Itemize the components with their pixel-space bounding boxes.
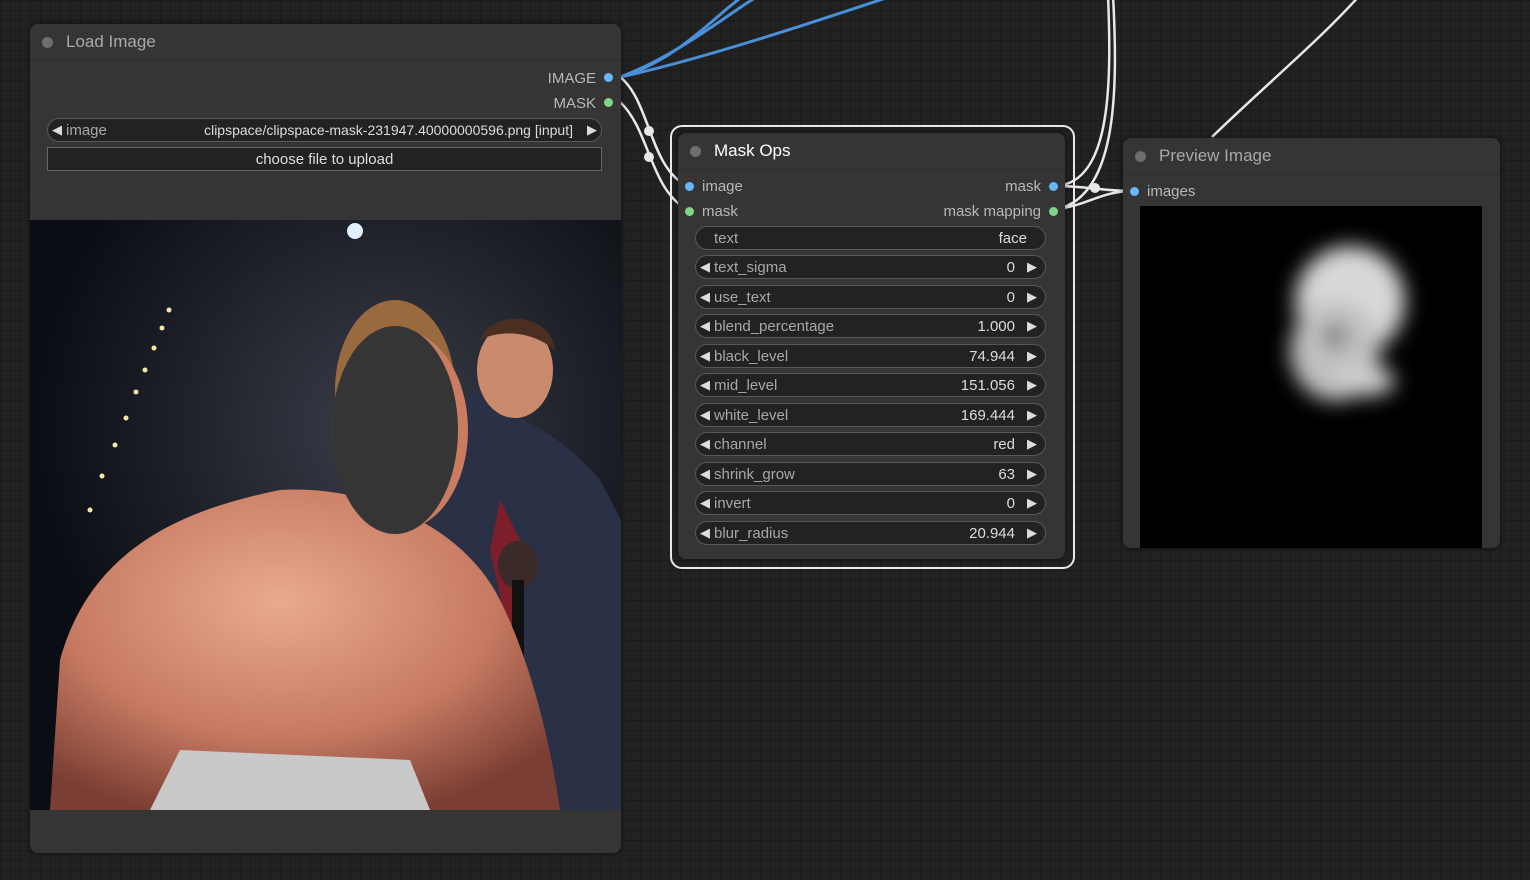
mask-overlay — [332, 326, 458, 534]
widget-name: shrink_grow — [714, 465, 795, 483]
widget-black-level[interactable]: ◀ black_level 74.944 ▶ — [695, 344, 1046, 368]
widget-invert[interactable]: ◀ invert 0 ▶ — [695, 491, 1046, 515]
output-mask-label: MASK — [553, 95, 596, 112]
widget-blur-radius[interactable]: ◀ blur_radius 20.944 ▶ — [695, 521, 1046, 545]
output-image-slot[interactable] — [604, 73, 613, 82]
input-images-slot[interactable] — [1130, 187, 1139, 196]
widget-name: text — [714, 229, 739, 247]
mask-ops-header[interactable]: Mask Ops — [678, 133, 1065, 170]
widget-name: blur_radius — [714, 524, 789, 542]
widget-white-level[interactable]: ◀ white_level 169.444 ▶ — [695, 403, 1046, 427]
arrow-left-icon[interactable]: ◀ — [696, 289, 714, 305]
widget-name: channel — [714, 435, 767, 453]
collapse-dot-icon[interactable] — [690, 145, 701, 157]
widget-value: 0 — [1006, 494, 1015, 512]
output-mask-mapping-slot[interactable] — [1049, 207, 1058, 216]
widget-text-sigma[interactable]: ◀ text_sigma 0 ▶ — [695, 255, 1046, 279]
arrow-left-icon[interactable]: ◀ — [696, 377, 714, 393]
widget-value: 0 — [1006, 288, 1015, 306]
arrow-left-icon[interactable]: ◀ — [696, 466, 714, 482]
widget-value: face — [998, 229, 1027, 247]
preview-output-image — [1140, 206, 1482, 548]
arrow-right-icon[interactable]: ▶ — [1023, 377, 1041, 393]
load-image-node[interactable]: Load Image IMAGE MASK ◀ image clipspace/… — [30, 24, 621, 853]
wire-preview-up[interactable] — [1211, 0, 1360, 138]
widget-value: 151.056 — [960, 376, 1015, 394]
image-preview — [30, 220, 621, 810]
arrow-left-icon[interactable]: ◀ — [696, 407, 714, 423]
input-images-label: images — [1147, 183, 1196, 200]
arrow-left-icon[interactable]: ◀ — [696, 495, 714, 511]
input-image-slot[interactable] — [685, 182, 694, 191]
node-title: Preview Image — [1159, 146, 1272, 165]
input-mask-label: mask — [702, 203, 738, 220]
preview-image-header[interactable]: Preview Image — [1123, 138, 1500, 175]
arrow-left-icon[interactable]: ◀ — [696, 318, 714, 334]
image-combo-widget[interactable]: ◀ image clipspace/clipspace-mask-231947.… — [47, 118, 602, 142]
arrow-right-icon[interactable]: ▶ — [1023, 407, 1041, 423]
arrow-left-icon[interactable]: ◀ — [696, 436, 714, 452]
output-mask-label: mask — [1005, 178, 1041, 195]
arrow-left-icon[interactable]: ◀ — [48, 122, 66, 138]
output-mask-slot[interactable] — [1049, 182, 1058, 191]
arrow-right-icon[interactable]: ▶ — [583, 122, 601, 138]
collapse-dot-icon[interactable] — [42, 36, 53, 48]
blurred-mask-preview — [1290, 246, 1405, 401]
arrow-left-icon[interactable]: ◀ — [696, 348, 714, 364]
node-title: Mask Ops — [714, 141, 791, 160]
widget-value: 0 — [1006, 258, 1015, 276]
widget-name: image — [66, 121, 107, 139]
widget-mid-level[interactable]: ◀ mid_level 151.056 ▶ — [695, 373, 1046, 397]
arrow-right-icon[interactable]: ▶ — [1023, 495, 1041, 511]
input-image-label: image — [702, 178, 743, 195]
wire-image-1[interactable] — [619, 0, 745, 79]
preview-image-node[interactable]: Preview Image images — [1123, 138, 1500, 548]
input-mask-slot[interactable] — [685, 207, 694, 216]
arrow-left-icon[interactable]: ◀ — [696, 259, 714, 275]
widget-value: 1.000 — [977, 317, 1015, 335]
output-image-label: IMAGE — [547, 70, 596, 87]
widget-value: 20.944 — [969, 524, 1015, 542]
widget-name: blend_percentage — [714, 317, 835, 335]
arrow-right-icon[interactable]: ▶ — [1023, 289, 1041, 305]
widget-use-text[interactable]: ◀ use_text 0 ▶ — [695, 285, 1046, 309]
widget-name: black_level — [714, 347, 789, 365]
collapse-dot-icon[interactable] — [1135, 150, 1146, 162]
arrow-right-icon[interactable]: ▶ — [1023, 466, 1041, 482]
output-mask-mapping-label: mask mapping — [943, 203, 1041, 220]
widget-name: text_sigma — [714, 258, 787, 276]
wire-image-3[interactable] — [619, 0, 895, 79]
widget-name: invert — [714, 494, 751, 512]
widget-value: clipspace/clipspace-mask-231947.40000000… — [204, 122, 573, 138]
widget-value: red — [993, 435, 1015, 453]
widget-channel[interactable]: ◀ channel red ▶ — [695, 432, 1046, 456]
arrow-right-icon[interactable]: ▶ — [1023, 348, 1041, 364]
arrow-right-icon[interactable]: ▶ — [1023, 436, 1041, 452]
load-image-header[interactable]: Load Image — [30, 24, 621, 61]
widget-value: 74.944 — [969, 347, 1015, 365]
arrow-right-icon[interactable]: ▶ — [1023, 259, 1041, 275]
arrow-left-icon[interactable]: ◀ — [696, 525, 714, 541]
widget-shrink-grow[interactable]: ◀ shrink_grow 63 ▶ — [695, 462, 1046, 486]
widget-value: 169.444 — [960, 406, 1015, 424]
widget-name: use_text — [714, 288, 771, 306]
widget-blend-percentage[interactable]: ◀ blend_percentage 1.000 ▶ — [695, 314, 1046, 338]
upload-button[interactable]: choose file to upload — [47, 147, 602, 171]
arrow-right-icon[interactable]: ▶ — [1023, 525, 1041, 541]
widget-name: white_level — [714, 406, 789, 424]
text-input-widget[interactable]: text face — [695, 226, 1046, 250]
arrow-right-icon[interactable]: ▶ — [1023, 318, 1041, 334]
widget-value: 63 — [998, 465, 1015, 483]
node-title: Load Image — [66, 32, 156, 51]
widget-name: mid_level — [714, 376, 778, 394]
mask-ops-node[interactable]: Mask Ops image mask mask mask mapping te… — [678, 133, 1065, 559]
output-mask-slot[interactable] — [604, 98, 613, 107]
